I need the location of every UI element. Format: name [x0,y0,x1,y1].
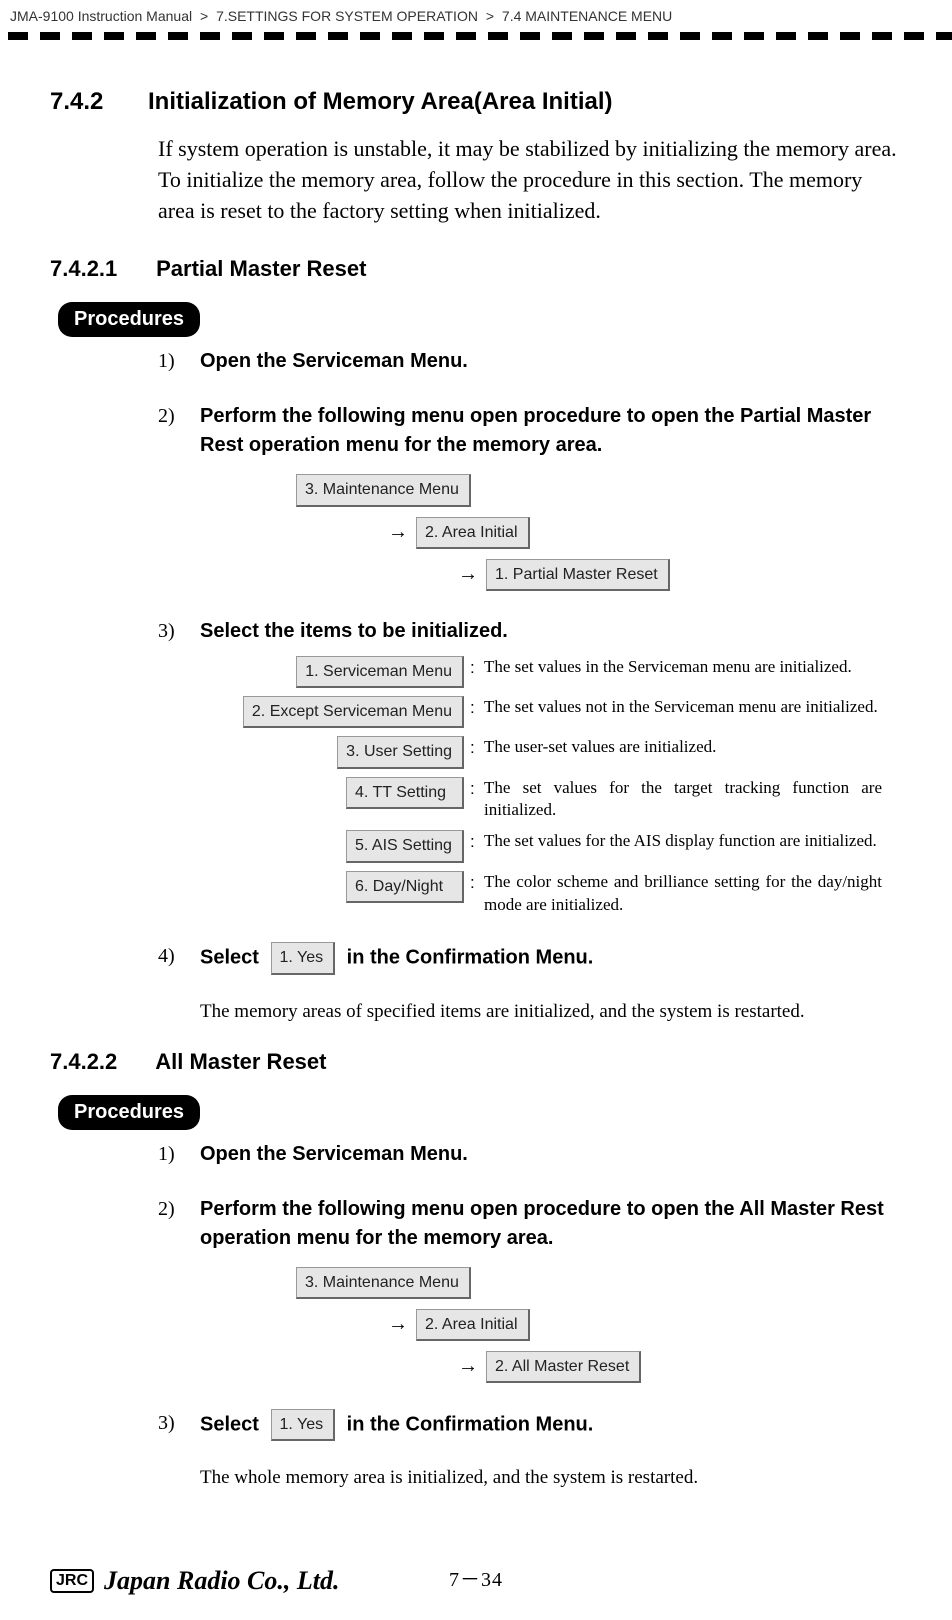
step-text: Open the Serviceman Menu. [200,350,468,372]
confirm-yes-button[interactable]: 1. Yes [271,1409,336,1441]
subsection-1-heading: 7.4.2.1 Partial Master Reset [50,256,902,282]
confirm-yes-button[interactable]: 1. Yes [271,942,336,974]
subsection-2-title: All Master Reset [155,1049,326,1074]
option-table: 1. Serviceman Menu : The set values in t… [200,656,902,917]
breadcrumb-sep-2: > [486,8,494,24]
option-button-except-serviceman-menu[interactable]: 2. Except Serviceman Menu [243,696,464,728]
step-number: 3) [158,617,175,646]
option-button-tt-setting[interactable]: 4. TT Setting [346,777,464,809]
menu-button-partial-master-reset[interactable]: 1. Partial Master Reset [486,559,670,591]
step-1-1: 1) Open the Serviceman Menu. [158,347,902,376]
arrow-icon: → [458,563,478,585]
step-text-b: in the Confirmation Menu. [347,1414,594,1436]
step-number: 1) [158,1140,175,1169]
step-number: 3) [158,1409,175,1438]
colon: : [470,736,484,761]
option-desc: The user-set values are initialized. [484,736,902,759]
subsection-2-heading: 7.4.2.2 All Master Reset [50,1049,902,1075]
company-name: Japan Radio Co., Ltd. [104,1566,339,1596]
option-desc: The set values for the AIS display funct… [484,830,902,853]
menu-button-maintenance[interactable]: 3. Maintenance Menu [296,1267,471,1299]
breadcrumb-chapter: 7.SETTINGS FOR SYSTEM OPERATION [216,8,478,24]
jrc-logo-box: JRC [50,1569,94,1593]
option-desc: The color scheme and brilliance setting … [484,871,902,917]
step-text-a: Select [200,1414,259,1436]
procedures-label-1: Procedures [58,302,200,337]
step-1-4: 4) Select 1. Yes in the Confirmation Men… [158,942,902,974]
arrow-icon: → [458,1355,478,1377]
colon: : [470,777,484,802]
menu-path-2: 3. Maintenance Menu → 2. Area Initial → 2.… [296,1267,902,1384]
colon: : [470,871,484,896]
step-text: Select the items to be initialized. [200,620,508,642]
step-text: Perform the following menu open procedur… [200,405,871,456]
option-desc: The set values not in the Serviceman men… [484,696,902,719]
option-row: 3. User Setting : The user-set values ar… [200,736,902,768]
menu-button-area-initial[interactable]: 2. Area Initial [416,517,530,549]
section-intro: If system operation is unstable, it may … [158,134,902,226]
step-2-3: 3) Select 1. Yes in the Confirmation Men… [158,1409,902,1441]
step-2-1: 1) Open the Serviceman Menu. [158,1140,902,1169]
breadcrumb: JMA-9100 Instruction Manual > 7.SETTINGS… [0,0,952,30]
step-text: Open the Serviceman Menu. [200,1143,468,1165]
option-row: 4. TT Setting : The set values for the t… [200,777,902,823]
step-1-2: 2) Perform the following menu open proce… [158,402,902,591]
colon: : [470,830,484,855]
option-row: 5. AIS Setting : The set values for the … [200,830,902,862]
colon: : [470,696,484,721]
option-row: 6. Day/Night : The color scheme and bril… [200,871,902,917]
step-number: 1) [158,347,175,376]
subsection-2-number: 7.4.2.2 [50,1049,150,1075]
section-heading: 7.4.2 Initialization of Memory Area(Area… [50,88,902,116]
page-number: 7－34 [449,1569,503,1591]
option-row: 2. Except Serviceman Menu : The set valu… [200,696,902,728]
breadcrumb-sep-1: > [200,8,208,24]
step-text-b: in the Confirmation Menu. [347,947,594,969]
step-number: 2) [158,1195,175,1224]
option-desc: The set values for the target tracking f… [484,777,902,823]
step-1-4-note: The memory areas of specified items are … [200,1001,902,1023]
company-logo: JRC Japan Radio Co., Ltd. [50,1566,340,1596]
option-row: 1. Serviceman Menu : The set values in t… [200,656,902,688]
menu-button-area-initial[interactable]: 2. Area Initial [416,1309,530,1341]
option-button-ais-setting[interactable]: 5. AIS Setting [346,830,464,862]
step-number: 2) [158,402,175,431]
arrow-icon: → [388,1313,408,1335]
step-text: Perform the following menu open procedur… [200,1198,884,1249]
breadcrumb-section: 7.4 MAINTENANCE MENU [502,8,672,24]
step-2-2: 2) Perform the following menu open proce… [158,1195,902,1384]
step-number: 4) [158,942,175,971]
menu-button-maintenance[interactable]: 3. Maintenance Menu [296,474,471,506]
menu-button-all-master-reset[interactable]: 2. All Master Reset [486,1351,641,1383]
breadcrumb-manual: JMA-9100 Instruction Manual [10,8,192,24]
arrow-icon: → [388,521,408,543]
subsection-1-number: 7.4.2.1 [50,256,150,282]
option-button-user-setting[interactable]: 3. User Setting [337,736,464,768]
divider-dashes [0,30,952,48]
section-title: Initialization of Memory Area(Area Initi… [148,88,613,115]
procedures-label-2: Procedures [58,1095,200,1130]
step-2-3-note: The whole memory area is initialized, an… [200,1467,902,1489]
option-desc: The set values in the Serviceman menu ar… [484,656,902,679]
option-button-serviceman-menu[interactable]: 1. Serviceman Menu [296,656,464,688]
subsection-1-title: Partial Master Reset [156,256,366,281]
step-text-a: Select [200,947,259,969]
option-button-day-night[interactable]: 6. Day/Night [346,871,464,903]
section-number: 7.4.2 [50,88,144,116]
step-1-3: 3) Select the items to be initialized. 1… [158,617,902,917]
page-footer: JRC Japan Radio Co., Ltd. 7－34 [0,1563,952,1592]
colon: : [470,656,484,681]
menu-path-1: 3. Maintenance Menu → 2. Area Initial → 1.… [296,474,902,591]
